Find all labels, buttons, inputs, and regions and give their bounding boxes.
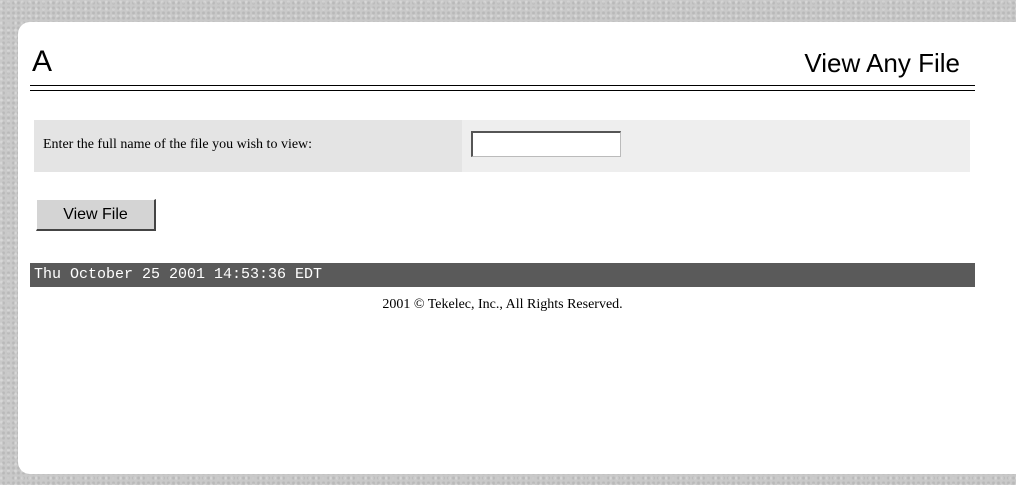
main-panel: A View Any File Enter the full name of t…: [18, 22, 1016, 474]
logo: A: [32, 45, 53, 78]
page-header: A View Any File: [30, 42, 976, 86]
page-title: View Any File: [804, 48, 960, 78]
view-file-button[interactable]: View File: [36, 199, 156, 231]
panel-edge: [1004, 22, 1016, 474]
file-name-label: Enter the full name of the file you wish…: [43, 137, 313, 152]
form-label-cell: Enter the full name of the file you wish…: [34, 120, 462, 172]
header-rule-bottom: [30, 90, 975, 91]
header-rule-top: [30, 85, 975, 86]
status-timestamp: Thu October 25 2001 14:53:36 EDT: [34, 266, 323, 283]
file-name-input[interactable]: [471, 131, 621, 157]
file-name-form-row: Enter the full name of the file you wish…: [34, 120, 970, 172]
status-bar: Thu October 25 2001 14:53:36 EDT: [30, 263, 975, 287]
copyright-notice: 2001 © Tekelec, Inc., All Rights Reserve…: [382, 297, 623, 312]
